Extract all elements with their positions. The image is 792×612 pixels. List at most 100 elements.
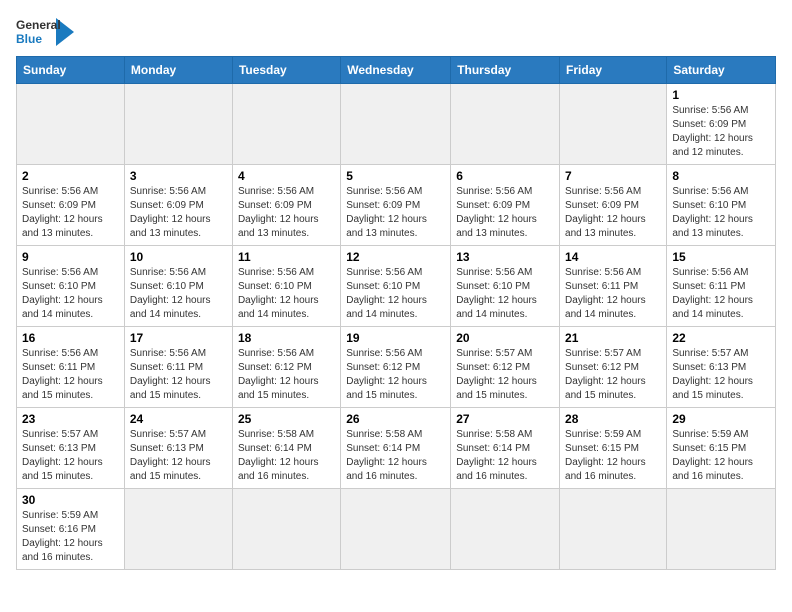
day-info: Sunrise: 5:56 AM Sunset: 6:09 PM Dayligh… [130,185,227,241]
calendar-cell: 6Sunrise: 5:56 AM Sunset: 6:09 PM Daylig… [451,165,560,246]
day-number: 19 [346,331,445,345]
calendar-header-friday: Friday [560,57,667,84]
day-info: Sunrise: 5:59 AM Sunset: 6:15 PM Dayligh… [672,428,770,484]
calendar-cell: 2 Sunrise: 5:56 AM Sunset: 6:09 PM Daylig… [17,165,125,246]
calendar-cell: 5Sunrise: 5:56 AM Sunset: 6:09 PM Daylig… [341,165,451,246]
day-number: 26 [346,412,445,426]
day-info: Sunrise: 5:56 AM Sunset: 6:11 PM Dayligh… [22,347,119,403]
day-number: 1 [672,88,770,102]
calendar-week-2: 2 Sunrise: 5:56 AM Sunset: 6:09 PM Daylig… [17,165,776,246]
day-info: Sunrise: 5:58 AM Sunset: 6:14 PM Dayligh… [238,428,335,484]
day-number: 4 [238,169,335,183]
calendar-cell: 7Sunrise: 5:56 AM Sunset: 6:09 PM Daylig… [560,165,667,246]
day-info: Sunrise: 5:59 AM Sunset: 6:16 PM Dayligh… [22,509,119,565]
day-number: 27 [456,412,554,426]
day-info: Sunrise: 5:57 AM Sunset: 6:13 PM Dayligh… [672,347,770,403]
day-info: Sunrise: 5:56 AM Sunset: 6:10 PM Dayligh… [238,266,335,322]
calendar-cell: 15 Sunrise: 5:56 AM Sunset: 6:11 PM Dayli… [667,246,776,327]
day-info: Sunrise: 5:56 AM Sunset: 6:11 PM Dayligh… [672,266,770,322]
day-info: Sunrise: 5:58 AM Sunset: 6:14 PM Dayligh… [346,428,445,484]
day-info: Sunrise: 5:56 AM Sunset: 6:10 PM Dayligh… [456,266,554,322]
day-number: 13 [456,250,554,264]
calendar-cell: 28 Sunrise: 5:59 AM Sunset: 6:15 PM Dayli… [560,408,667,489]
calendar-week-4: 16 Sunrise: 5:56 AM Sunset: 6:11 PM Dayli… [17,327,776,408]
calendar-cell: 22 Sunrise: 5:57 AM Sunset: 6:13 PM Dayli… [667,327,776,408]
calendar-week-6: 30Sunrise: 5:59 AM Sunset: 6:16 PM Dayli… [17,489,776,570]
day-info: Sunrise: 5:56 AM Sunset: 6:09 PM Dayligh… [238,185,335,241]
day-info: Sunrise: 5:57 AM Sunset: 6:13 PM Dayligh… [22,428,119,484]
day-info: Sunrise: 5:56 AM Sunset: 6:09 PM Dayligh… [22,185,119,241]
calendar-cell [560,489,667,570]
calendar-header-thursday: Thursday [451,57,560,84]
calendar-cell: 13 Sunrise: 5:56 AM Sunset: 6:10 PM Dayli… [451,246,560,327]
day-number: 10 [130,250,227,264]
day-number: 11 [238,250,335,264]
calendar-header-saturday: Saturday [667,57,776,84]
day-info: Sunrise: 5:56 AM Sunset: 6:10 PM Dayligh… [672,185,770,241]
day-number: 6 [456,169,554,183]
calendar-cell: 14 Sunrise: 5:56 AM Sunset: 6:11 PM Dayli… [560,246,667,327]
day-number: 29 [672,412,770,426]
day-number: 5 [346,169,445,183]
logo: GeneralBlue [16,16,76,48]
calendar-cell [341,84,451,165]
calendar-cell: 1 Sunrise: 5:56 AM Sunset: 6:09 PM Daylig… [667,84,776,165]
calendar-cell: 19 Sunrise: 5:56 AM Sunset: 6:12 PM Dayli… [341,327,451,408]
day-info: Sunrise: 5:56 AM Sunset: 6:09 PM Dayligh… [565,185,661,241]
calendar-cell: 12Sunrise: 5:56 AM Sunset: 6:10 PM Dayli… [341,246,451,327]
calendar-cell: 23 Sunrise: 5:57 AM Sunset: 6:13 PM Dayli… [17,408,125,489]
calendar-cell [124,84,232,165]
calendar-cell: 30Sunrise: 5:59 AM Sunset: 6:16 PM Dayli… [17,489,125,570]
day-number: 25 [238,412,335,426]
calendar-cell [560,84,667,165]
day-number: 22 [672,331,770,345]
calendar-cell [232,489,340,570]
calendar-week-1: 1 Sunrise: 5:56 AM Sunset: 6:09 PM Daylig… [17,84,776,165]
day-number: 18 [238,331,335,345]
day-info: Sunrise: 5:56 AM Sunset: 6:10 PM Dayligh… [22,266,119,322]
day-number: 3 [130,169,227,183]
calendar-cell: 16 Sunrise: 5:56 AM Sunset: 6:11 PM Dayli… [17,327,125,408]
day-number: 14 [565,250,661,264]
day-info: Sunrise: 5:57 AM Sunset: 6:12 PM Dayligh… [456,347,554,403]
day-number: 8 [672,169,770,183]
calendar-cell: 29 Sunrise: 5:59 AM Sunset: 6:15 PM Dayli… [667,408,776,489]
calendar-week-5: 23 Sunrise: 5:57 AM Sunset: 6:13 PM Dayli… [17,408,776,489]
day-info: Sunrise: 5:58 AM Sunset: 6:14 PM Dayligh… [456,428,554,484]
calendar-cell: 10Sunrise: 5:56 AM Sunset: 6:10 PM Dayli… [124,246,232,327]
calendar-cell: 4 Sunrise: 5:56 AM Sunset: 6:09 PM Daylig… [232,165,340,246]
day-info: Sunrise: 5:59 AM Sunset: 6:15 PM Dayligh… [565,428,661,484]
calendar-cell: 26 Sunrise: 5:58 AM Sunset: 6:14 PM Dayli… [341,408,451,489]
day-number: 2 [22,169,119,183]
calendar-cell [451,84,560,165]
calendar-cell: 24 Sunrise: 5:57 AM Sunset: 6:13 PM Dayli… [124,408,232,489]
day-info: Sunrise: 5:57 AM Sunset: 6:13 PM Dayligh… [130,428,227,484]
day-number: 21 [565,331,661,345]
day-number: 16 [22,331,119,345]
page-header: GeneralBlue [16,16,776,48]
day-number: 28 [565,412,661,426]
svg-text:General: General [16,18,61,32]
day-number: 12 [346,250,445,264]
calendar-cell: 9Sunrise: 5:56 AM Sunset: 6:10 PM Daylig… [17,246,125,327]
calendar-header-sunday: Sunday [17,57,125,84]
day-number: 15 [672,250,770,264]
calendar-cell: 21 Sunrise: 5:57 AM Sunset: 6:12 PM Dayli… [560,327,667,408]
day-info: Sunrise: 5:56 AM Sunset: 6:11 PM Dayligh… [565,266,661,322]
day-number: 24 [130,412,227,426]
calendar-cell: 11 Sunrise: 5:56 AM Sunset: 6:10 PM Dayli… [232,246,340,327]
calendar-header-tuesday: Tuesday [232,57,340,84]
calendar-week-3: 9Sunrise: 5:56 AM Sunset: 6:10 PM Daylig… [17,246,776,327]
calendar-cell: 17Sunrise: 5:56 AM Sunset: 6:11 PM Dayli… [124,327,232,408]
svg-text:Blue: Blue [16,32,42,46]
calendar-cell [451,489,560,570]
calendar-cell: 27 Sunrise: 5:58 AM Sunset: 6:14 PM Dayli… [451,408,560,489]
calendar-cell [17,84,125,165]
calendar-cell: 25 Sunrise: 5:58 AM Sunset: 6:14 PM Dayli… [232,408,340,489]
day-info: Sunrise: 5:56 AM Sunset: 6:12 PM Dayligh… [346,347,445,403]
calendar-header-wednesday: Wednesday [341,57,451,84]
day-number: 23 [22,412,119,426]
day-info: Sunrise: 5:56 AM Sunset: 6:09 PM Dayligh… [672,104,770,160]
calendar-cell: 18Sunrise: 5:56 AM Sunset: 6:12 PM Dayli… [232,327,340,408]
day-info: Sunrise: 5:57 AM Sunset: 6:12 PM Dayligh… [565,347,661,403]
